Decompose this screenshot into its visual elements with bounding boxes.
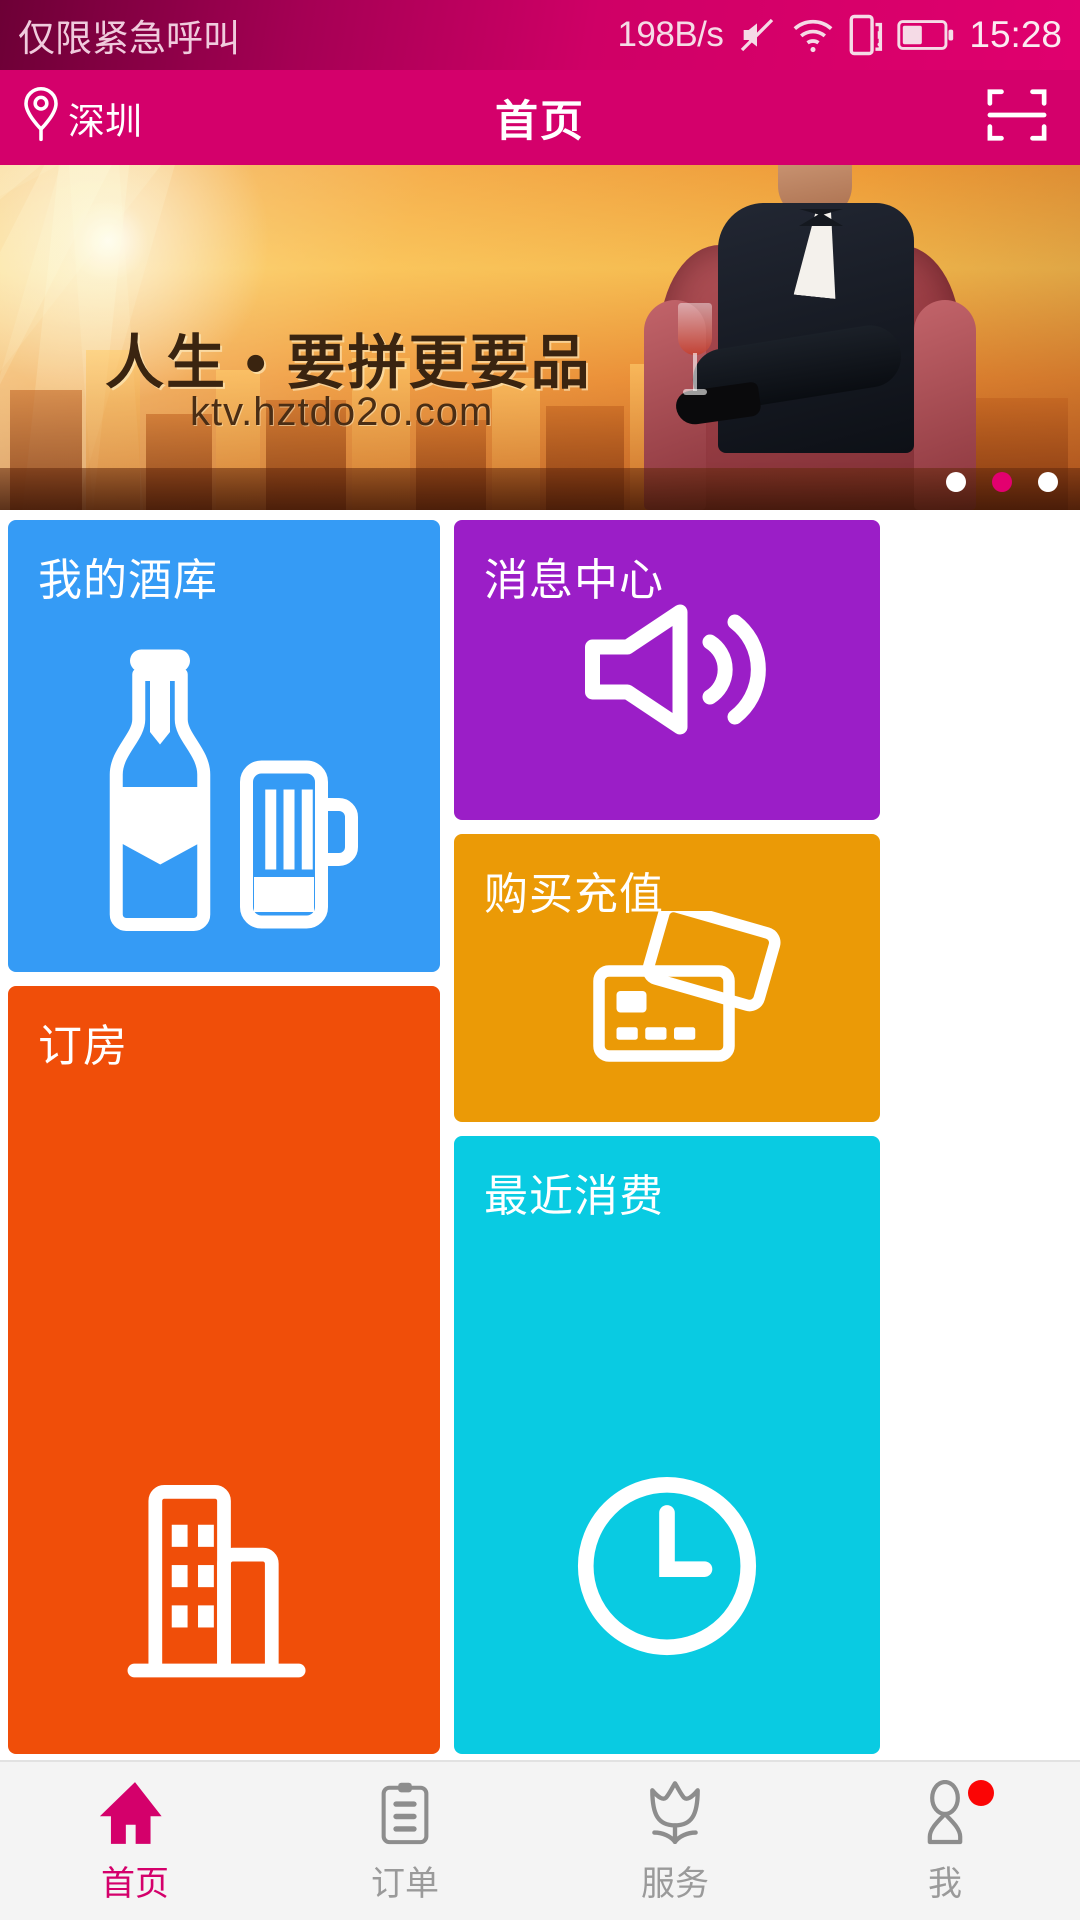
- location-label: 深圳: [68, 100, 142, 142]
- status-clock: 15:28: [969, 14, 1062, 55]
- carousel-dot[interactable]: [1038, 472, 1058, 492]
- battery-icon: [897, 18, 955, 52]
- building-icon: [8, 1471, 440, 1686]
- nav-item-service[interactable]: 服务: [540, 1762, 810, 1920]
- tile-message-center[interactable]: 消息中心: [454, 520, 880, 820]
- nav-item-home[interactable]: 首页: [0, 1762, 270, 1920]
- nav-label-home: 首页: [101, 1864, 169, 1903]
- tile-purchase-recharge[interactable]: 购买充值: [454, 834, 880, 1122]
- credit-cards-icon: [589, 900, 784, 1076]
- speaker-volume-icon: [580, 602, 780, 742]
- bottom-navigation-bar: 首页 订单 服务 我: [0, 1760, 1080, 1920]
- clock-icon: [454, 1466, 880, 1666]
- location-selector[interactable]: 深圳: [0, 85, 142, 150]
- nav-label-me: 我: [928, 1864, 962, 1903]
- tile-recent-consumption[interactable]: 最近消费: [454, 1136, 880, 1754]
- wifi-icon: [791, 15, 835, 55]
- banner-wine-glass: [678, 303, 712, 403]
- network-speed-text: 198B/s: [617, 15, 724, 54]
- tile-column-left: 我的酒库 订房: [8, 520, 440, 1754]
- sim-card-icon: [849, 14, 883, 56]
- home-tile-grid: 我的酒库 订房 消息中心 购买充值 最近消费: [0, 510, 1080, 1760]
- carousel-dot-active[interactable]: [992, 472, 1012, 492]
- tile-label-my-wine-cellar: 我的酒库: [38, 556, 218, 605]
- banner-url-text: ktv.hztdo2o.com: [190, 390, 494, 434]
- carousel-dot[interactable]: [946, 472, 966, 492]
- mute-icon: [737, 15, 777, 55]
- location-pin-icon: [18, 85, 64, 150]
- scan-frame-icon: [984, 84, 1050, 151]
- scan-button[interactable]: [984, 84, 1080, 151]
- nav-item-orders[interactable]: 订单: [270, 1762, 540, 1920]
- promo-banner-carousel[interactable]: 人生 • 要拼更要品 ktv.hztdo2o.com: [0, 165, 1080, 510]
- status-icons-group: 198B/s 15:28: [617, 14, 1062, 56]
- banner-slogan: 人生 • 要拼更要品: [105, 330, 592, 396]
- tile-label-recent-consumption: 最近消费: [484, 1172, 664, 1221]
- app-header: 深圳 首页: [0, 70, 1080, 165]
- nav-item-me[interactable]: 我: [810, 1762, 1080, 1920]
- person-icon: [912, 1778, 994, 1846]
- nav-badge-me: [968, 1779, 994, 1806]
- status-bar: 仅限紧急呼叫 198B/s 15:28: [0, 0, 1080, 70]
- beer-bottle-and-mug-icon: [8, 642, 440, 932]
- tile-label-book-room: 订房: [38, 1022, 128, 1071]
- page-title: 首页: [495, 97, 585, 146]
- banner-floor-strip: [0, 468, 1080, 510]
- clipboard-icon: [372, 1778, 438, 1846]
- carousel-indicator: [946, 472, 1058, 492]
- nav-label-orders: 订单: [371, 1864, 439, 1903]
- tile-my-wine-cellar[interactable]: 我的酒库: [8, 520, 440, 972]
- tile-book-room[interactable]: 订房: [8, 986, 440, 1754]
- status-carrier-text: 仅限紧急呼叫: [18, 18, 240, 59]
- tulip-icon: [639, 1778, 711, 1846]
- nav-label-service: 服务: [641, 1864, 709, 1903]
- home-icon: [96, 1778, 174, 1846]
- tile-column-right: 消息中心 购买充值 最近消费: [454, 520, 880, 1754]
- tile-label-message-center: 消息中心: [484, 556, 664, 605]
